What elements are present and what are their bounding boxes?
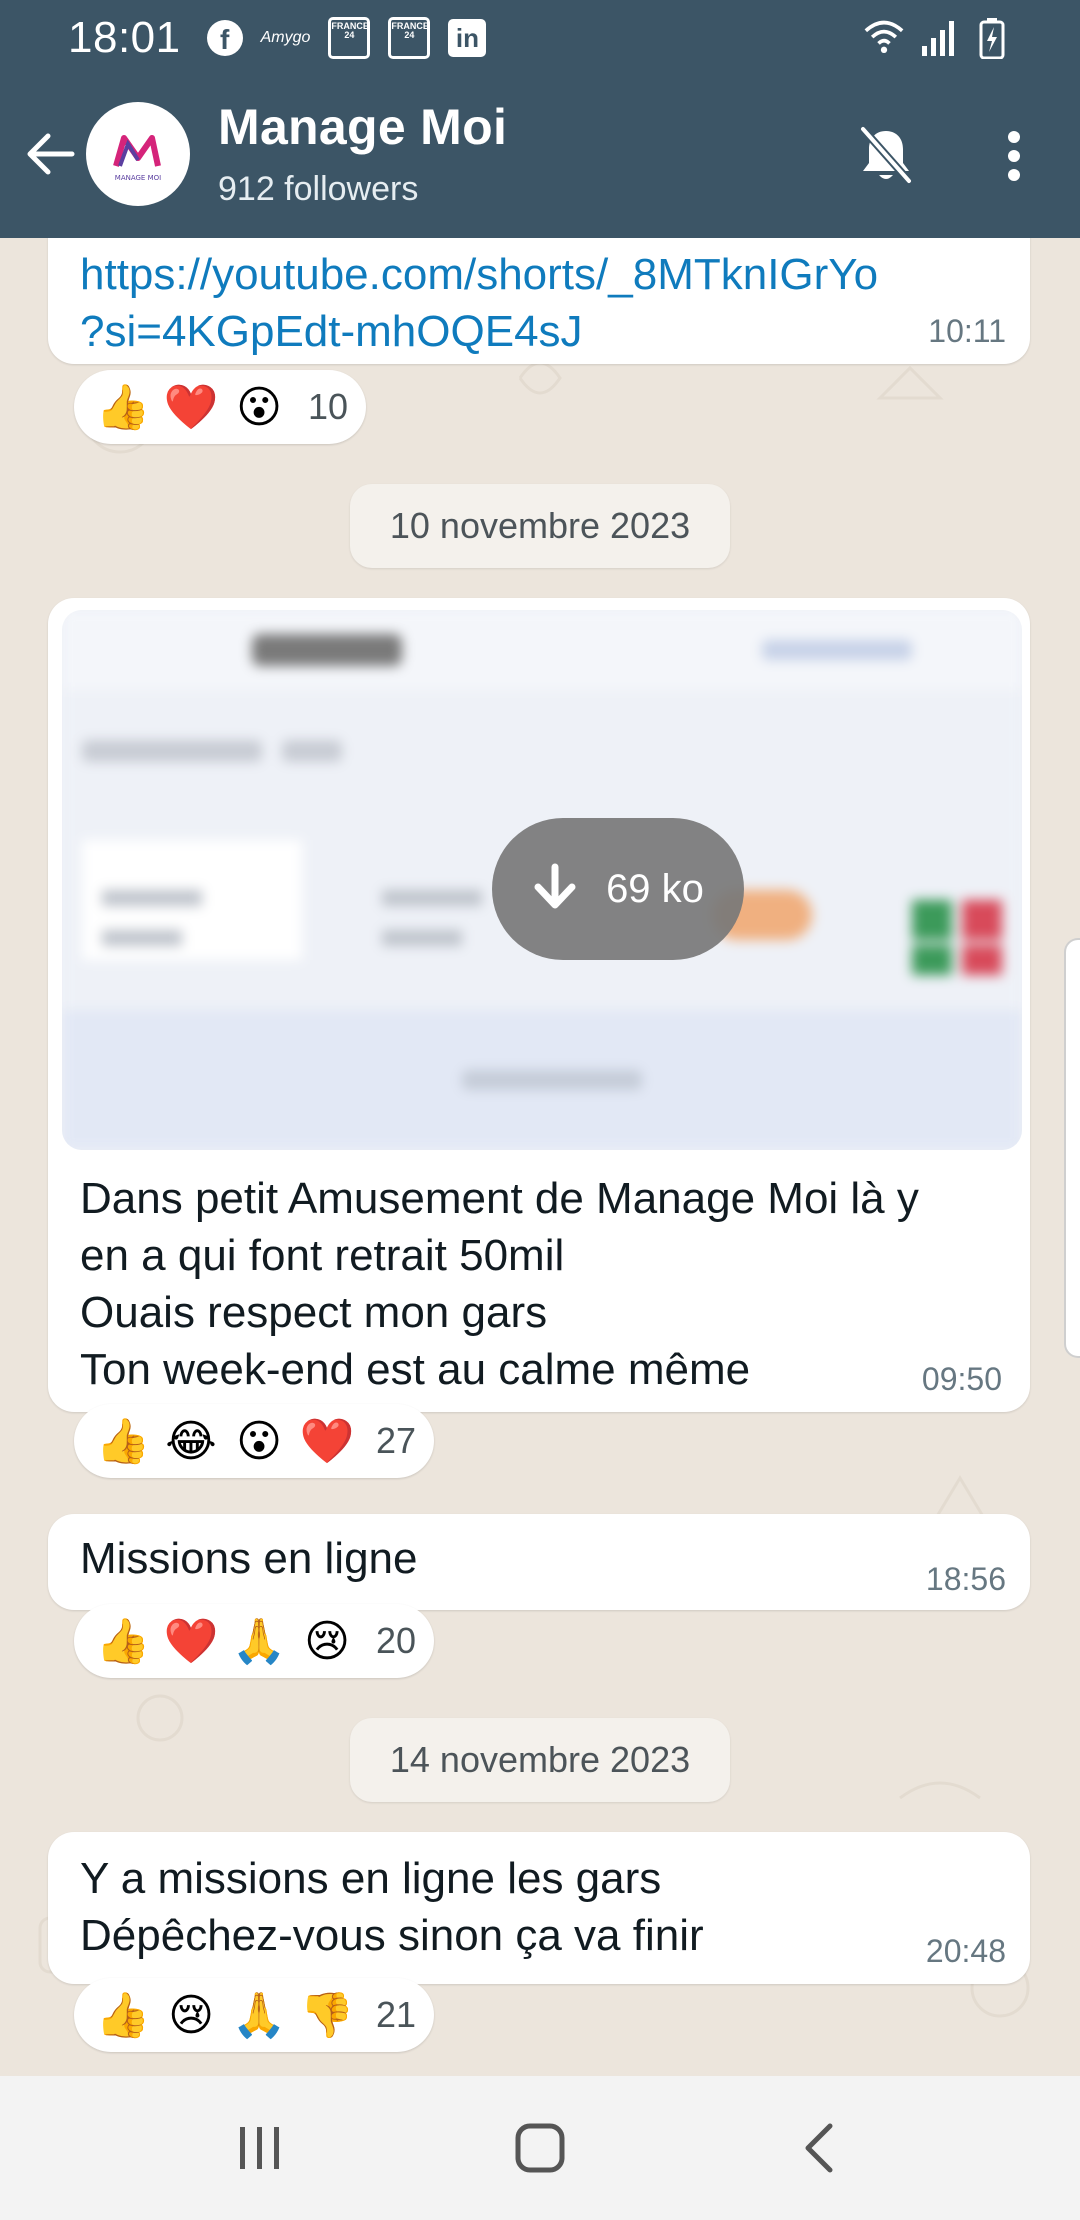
download-arrow-icon bbox=[534, 863, 576, 909]
message-bubble[interactable]: Missions en ligne 18:56 bbox=[48, 1514, 1030, 1610]
heart-reaction: ❤️ bbox=[163, 1616, 219, 1667]
date-separator: 10 novembre 2023 bbox=[350, 484, 730, 568]
avatar[interactable]: MANAGE MOI bbox=[86, 102, 190, 206]
signal-icon bbox=[918, 18, 958, 58]
followers-count: 912 followers bbox=[218, 170, 419, 208]
thumbs-down-reaction: 👎 bbox=[299, 1990, 355, 2041]
crying-reaction: 😢 bbox=[304, 1615, 350, 1667]
reaction-count: 21 bbox=[376, 1994, 417, 2035]
thumbs-up-reaction: 👍 bbox=[95, 382, 151, 433]
france24-icon: FRANCE 24 bbox=[328, 17, 371, 59]
message-bubble[interactable]: Y a missions en ligne les gars Dépêchez-… bbox=[48, 1832, 1030, 1984]
channel-name[interactable]: Manage Moi bbox=[218, 98, 507, 156]
image-thumbnail[interactable]: 69 ko bbox=[62, 610, 1022, 1150]
arrow-left-icon bbox=[27, 133, 75, 175]
svg-text:MANAGE MOI: MANAGE MOI bbox=[115, 174, 161, 182]
reaction-count: 20 bbox=[376, 1620, 417, 1661]
wifi-icon bbox=[864, 18, 904, 58]
praying-hands-reaction: 🙏 bbox=[231, 1616, 287, 1667]
reaction-count: 27 bbox=[376, 1420, 417, 1461]
message-time: 18:56 bbox=[925, 1561, 1006, 1597]
message-bubble[interactable]: https://youtube.com/shorts/_8MTknIGrYo ?… bbox=[48, 238, 1030, 364]
heart-reaction: ❤️ bbox=[163, 382, 219, 433]
heart-reaction: ❤️ bbox=[299, 1416, 355, 1467]
recent-apps-button[interactable] bbox=[200, 2088, 320, 2208]
download-button[interactable]: 69 ko bbox=[492, 818, 744, 960]
date-separator: 14 novembre 2023 bbox=[350, 1718, 730, 1802]
status-bar: 18:01 f Amygo FRANCE 24 FRANCE 24 in bbox=[0, 0, 1080, 76]
message-text: Dans petit Amusement de Manage Moi là y … bbox=[80, 1174, 919, 1394]
notification-icons: f Amygo FRANCE 24 FRANCE 24 in bbox=[206, 17, 487, 59]
back-nav-button[interactable] bbox=[760, 2088, 880, 2208]
channel-header: MANAGE MOI Manage Moi 912 followers bbox=[0, 76, 1080, 238]
message-time: 10:11 bbox=[928, 313, 1006, 349]
thumbs-up-reaction: 👍 bbox=[95, 1416, 151, 1467]
mute-notifications-button[interactable] bbox=[852, 122, 920, 190]
manage-moi-logo: MANAGE MOI bbox=[113, 135, 161, 182]
fast-scroll-handle[interactable] bbox=[1064, 938, 1080, 1358]
thumbs-up-reaction: 👍 bbox=[95, 1990, 151, 2041]
message-time: 20:48 bbox=[925, 1933, 1006, 1969]
thumbs-up-reaction: 👍 bbox=[95, 1616, 151, 1667]
system-navigation-bar bbox=[0, 2076, 1080, 2220]
status-time: 18:01 bbox=[68, 13, 181, 62]
message-text: Missions en ligne bbox=[80, 1534, 418, 1583]
reactions-bar[interactable]: 👍 ❤️ 🙏 😢 20 bbox=[74, 1604, 435, 1678]
recent-apps-icon bbox=[240, 2127, 279, 2169]
more-vert-icon bbox=[1008, 131, 1020, 181]
battery-charging-icon bbox=[972, 18, 1012, 59]
message-list[interactable]: https://youtube.com/shorts/_8MTknIGrYo ?… bbox=[0, 238, 1080, 2076]
message-text: Y a missions en ligne les gars Dépêchez-… bbox=[80, 1854, 704, 1960]
back-button[interactable] bbox=[18, 122, 82, 186]
back-nav-icon bbox=[805, 2123, 833, 2173]
home-button[interactable] bbox=[480, 2088, 600, 2208]
praying-hands-reaction: 🙏 bbox=[231, 1990, 287, 2041]
system-status-icons bbox=[864, 18, 1012, 59]
surprised-reaction: 😮 bbox=[236, 381, 282, 433]
message-bubble[interactable]: 69 ko Dans petit Amusement de Manage Moi… bbox=[48, 598, 1030, 1412]
laughing-reaction: 😂 bbox=[165, 1415, 217, 1467]
youtube-link[interactable]: https://youtube.com/shorts/_8MTknIGrYo ?… bbox=[80, 246, 878, 360]
bell-off-icon bbox=[860, 126, 912, 184]
message-time: 09:50 bbox=[921, 1361, 1002, 1397]
reactions-bar[interactable]: 👍 😢 🙏 👎 21 bbox=[74, 1978, 435, 2052]
facebook-icon: f bbox=[206, 20, 243, 56]
surprised-reaction: 😮 bbox=[236, 1415, 282, 1467]
reactions-bar[interactable]: 👍 ❤️ 😮 10 bbox=[74, 370, 367, 444]
amygo-icon: Amygo bbox=[260, 29, 311, 46]
download-size: 69 ko bbox=[606, 866, 704, 911]
linkedin-icon: in bbox=[448, 19, 487, 57]
reactions-bar[interactable]: 👍 😂 😮 ❤️ 27 bbox=[74, 1404, 435, 1478]
france24-icon: FRANCE 24 bbox=[388, 17, 431, 59]
reaction-count: 10 bbox=[308, 386, 349, 427]
crying-reaction: 😢 bbox=[168, 1989, 214, 2041]
home-icon bbox=[515, 2123, 565, 2173]
more-options-button[interactable] bbox=[988, 122, 1040, 190]
